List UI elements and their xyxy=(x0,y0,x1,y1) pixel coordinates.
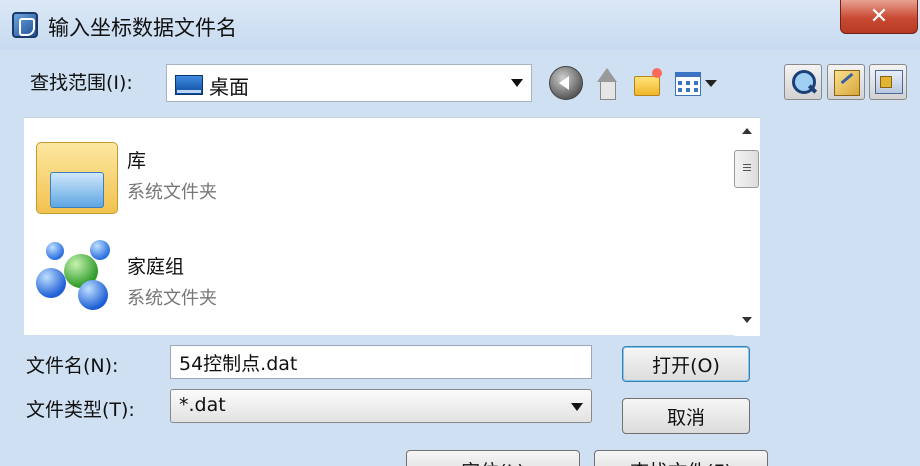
file-list[interactable]: 库 系统文件夹 家庭组 系统文件夹 xyxy=(24,117,760,336)
scroll-up-icon[interactable] xyxy=(742,128,752,134)
filename-label: 文件名(N): xyxy=(26,355,119,377)
list-item-library[interactable]: 库 系统文件夹 xyxy=(24,118,724,222)
close-button[interactable]: ✕ xyxy=(840,0,918,34)
views-menu-icon[interactable] xyxy=(673,66,721,100)
title-bar[interactable]: 输入坐标数据文件名 ✕ xyxy=(0,0,920,50)
file-type: 系统文件夹 xyxy=(127,288,217,309)
homegroup-icon xyxy=(34,232,120,318)
network-icon[interactable] xyxy=(869,64,907,100)
file-type: 系统文件夹 xyxy=(127,182,217,203)
find-file-button[interactable]: 查找文件(F) xyxy=(594,450,768,466)
open-button[interactable]: 打开(O) xyxy=(622,346,750,382)
new-folder-icon[interactable] xyxy=(632,66,666,100)
filetype-value: *.dat xyxy=(179,394,226,416)
desktop-icon xyxy=(175,75,203,95)
up-folder-icon[interactable] xyxy=(592,66,626,100)
library-folder-icon xyxy=(36,132,118,218)
scroll-down-icon[interactable] xyxy=(742,317,752,323)
tools-icon[interactable] xyxy=(827,64,865,100)
file-name: 家庭组 xyxy=(127,256,185,278)
lookin-label: 查找范围(I): xyxy=(30,72,133,94)
search-web-icon[interactable] xyxy=(784,64,822,100)
locate-button[interactable]: 定位(L) xyxy=(406,450,580,466)
chevron-down-icon[interactable] xyxy=(571,403,583,411)
chevron-down-icon[interactable] xyxy=(511,79,523,87)
cancel-button[interactable]: 取消 xyxy=(622,398,750,434)
filetype-dropdown[interactable]: *.dat xyxy=(170,389,592,423)
lookin-dropdown[interactable]: 桌面 xyxy=(166,64,532,102)
vertical-scrollbar[interactable] xyxy=(734,118,760,336)
scroll-thumb[interactable] xyxy=(734,150,759,188)
back-icon[interactable] xyxy=(549,66,583,100)
lookin-value: 桌面 xyxy=(209,75,249,99)
app-icon xyxy=(12,12,38,38)
filetype-label: 文件类型(T): xyxy=(26,399,135,421)
dialog-window: 输入坐标数据文件名 ✕ 查找范围(I): 桌面 库 系统文件夹 家庭组 系统文件… xyxy=(0,0,920,466)
filename-input[interactable] xyxy=(170,345,592,379)
window-title: 输入坐标数据文件名 xyxy=(48,16,237,40)
list-item-homegroup[interactable]: 家庭组 系统文件夹 xyxy=(24,222,724,326)
close-icon: ✕ xyxy=(869,4,889,29)
file-name: 库 xyxy=(127,150,147,172)
